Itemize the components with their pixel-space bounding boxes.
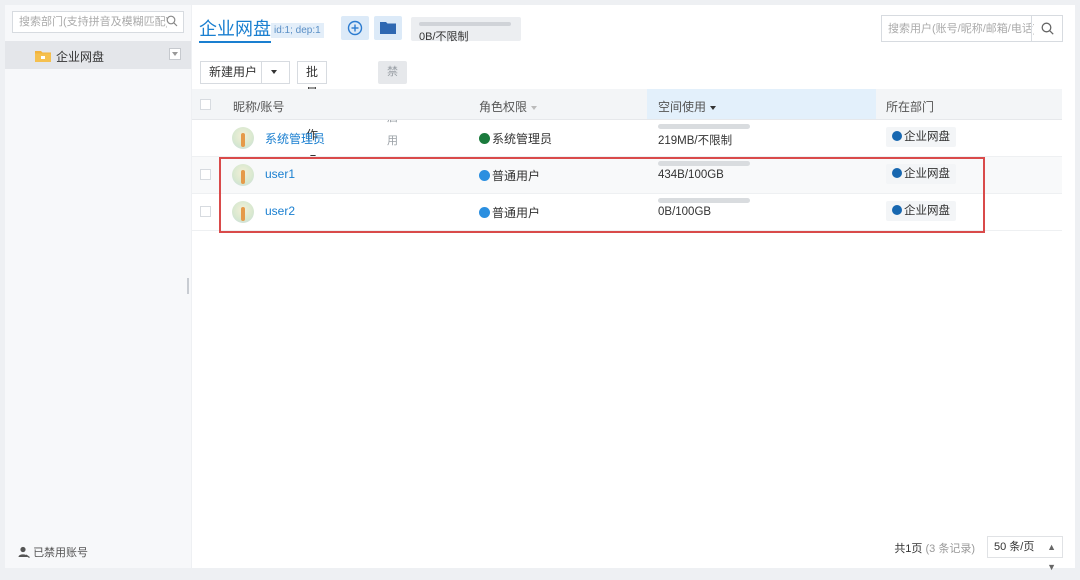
search-icon[interactable]	[166, 15, 178, 30]
usage-cell: 219MB/不限制	[658, 124, 750, 148]
department-search-input[interactable]	[13, 12, 167, 32]
usage-cell: 434B/100GB	[658, 161, 750, 181]
status-button-group: 禁用启用删除	[378, 61, 407, 193]
usage-cell: 0B/100GB	[658, 198, 750, 218]
search-button[interactable]	[1031, 16, 1062, 41]
new-user-dropdown-caret[interactable]	[271, 70, 277, 74]
department-label: 企业网盘	[904, 131, 950, 143]
user-search-input[interactable]	[882, 16, 1034, 41]
page-title: 企业网盘	[199, 19, 271, 43]
department-tag[interactable]: 企业网盘	[886, 127, 956, 147]
column-header-usage-label: 空间使用	[658, 100, 707, 114]
department-quota: 0B/不限制	[411, 17, 521, 43]
pagination-info: 共1页 (3 条记录)	[894, 540, 975, 556]
chevron-down-icon[interactable]	[169, 48, 181, 60]
disabled-accounts-link[interactable]: 已禁用账号	[18, 544, 88, 560]
folder-icon	[35, 49, 51, 65]
department-tag[interactable]: 企业网盘	[886, 201, 956, 221]
role-label: 普通用户	[492, 169, 541, 183]
quota-bar	[419, 22, 511, 26]
main-panel: 企业网盘 id:1; dep:1 0B/不限制 新建用户 批量操作 禁用启用删除	[192, 5, 1075, 572]
role-cell: 普通用户	[479, 204, 540, 221]
department-dot	[892, 131, 902, 141]
department-dot	[892, 205, 902, 215]
usage-bar	[658, 198, 750, 203]
department-dot	[892, 168, 902, 178]
page-size-value: 50 条/页	[994, 541, 1035, 553]
role-label: 普通用户	[492, 206, 541, 220]
page-size-select[interactable]: 50 条/页 ▲ ▼	[987, 536, 1063, 572]
role-label: 系统管理员	[492, 132, 553, 146]
select-arrows-icon: ▲ ▼	[1047, 542, 1056, 572]
role-cell: 普通用户	[479, 167, 540, 184]
folder-button[interactable]	[374, 16, 402, 40]
column-header-usage[interactable]: 空间使用	[658, 98, 717, 115]
panel-resize-handle[interactable]	[187, 278, 189, 294]
row-checkbox[interactable]	[200, 206, 211, 217]
column-header-role-label: 角色权限	[479, 100, 528, 114]
add-button[interactable]	[341, 16, 369, 40]
avatar	[232, 201, 254, 223]
tree-item-enterprise-drive[interactable]: 企业网盘	[5, 41, 191, 69]
role-cell: 系统管理员	[479, 130, 552, 147]
role-dot	[479, 133, 490, 144]
usage-text: 0B/100GB	[658, 206, 712, 218]
page-count: 共1页	[894, 543, 923, 555]
sort-caret-icon	[531, 105, 538, 110]
column-header-name[interactable]: 昵称/账号	[233, 98, 284, 115]
department-label: 企业网盘	[904, 168, 950, 180]
disabled-accounts-label: 已禁用账号	[33, 547, 89, 559]
department-search[interactable]	[12, 11, 184, 33]
column-header-department[interactable]: 所在部门	[886, 98, 934, 115]
tree-item-label: 企业网盘	[56, 50, 105, 64]
department-tag[interactable]: 企业网盘	[886, 164, 956, 184]
new-user-button[interactable]: 新建用户	[200, 61, 290, 84]
quota-text: 0B/不限制	[419, 31, 469, 43]
usage-bar	[658, 161, 750, 166]
plus-circle-icon	[347, 20, 363, 36]
row-checkbox[interactable]	[200, 169, 211, 180]
department-meta: id:1; dep:1	[271, 23, 324, 38]
column-header-role[interactable]: 角色权限	[479, 98, 538, 115]
usage-text: 219MB/不限制	[658, 135, 733, 147]
user-name-link[interactable]: user2	[265, 204, 295, 218]
new-user-label: 新建用户	[209, 65, 258, 79]
folder-icon	[380, 22, 396, 34]
role-dot	[479, 170, 490, 181]
usage-text: 434B/100GB	[658, 169, 724, 181]
role-dot	[479, 207, 490, 218]
user-name-link[interactable]: user1	[265, 167, 295, 181]
table-header: 昵称/账号 角色权限 空间使用 所在部门	[192, 89, 1062, 120]
search-icon	[1041, 22, 1054, 35]
department-label: 企业网盘	[904, 205, 950, 217]
avatar	[232, 127, 254, 149]
divider	[261, 62, 262, 83]
batch-operations-button[interactable]: 批量操作	[297, 61, 328, 159]
user-search[interactable]	[881, 15, 1063, 42]
user-disabled-icon	[18, 546, 30, 558]
select-all-checkbox[interactable]	[200, 99, 211, 110]
table-row[interactable]: user1 普通用户 434B/100GB 企业网盘	[192, 157, 1062, 194]
record-count: (3 条记录)	[925, 543, 976, 555]
sort-caret-icon	[710, 105, 717, 110]
table-row[interactable]: 系统管理员 系统管理员 219MB/不限制 企业网盘	[192, 120, 1062, 157]
user-name-link[interactable]: 系统管理员	[265, 130, 325, 147]
sidebar: 企业网盘 已禁用账号	[5, 5, 191, 568]
avatar	[232, 164, 254, 186]
usage-bar	[658, 124, 750, 129]
table-row[interactable]: user2 普通用户 0B/100GB 企业网盘	[192, 194, 1062, 231]
